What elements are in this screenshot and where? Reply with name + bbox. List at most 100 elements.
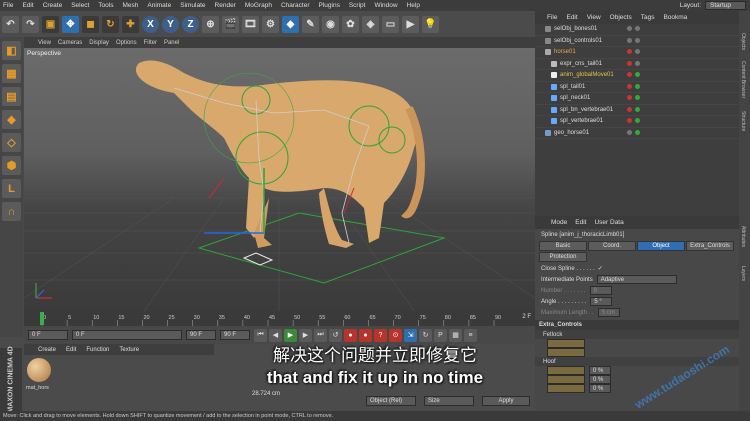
coordinate-system-icon[interactable]: ⊕ xyxy=(202,15,219,33)
menu-simulate[interactable]: Simulate xyxy=(180,2,205,9)
menu-script[interactable]: Script xyxy=(349,2,366,9)
max-length-field[interactable]: 5 cm xyxy=(597,308,620,317)
menu-render[interactable]: Render xyxy=(215,2,236,9)
autokey-icon[interactable]: ● xyxy=(359,328,372,342)
object-row[interactable]: geo_horse01 xyxy=(535,128,739,139)
view-menu-display[interactable]: Display xyxy=(89,40,109,46)
record-icon[interactable]: ● xyxy=(344,328,357,342)
view-menu-view[interactable]: View xyxy=(38,40,51,46)
magnet-icon[interactable]: ∩ xyxy=(2,202,21,221)
obj-menu-view[interactable]: View xyxy=(587,14,601,21)
y-axis-button[interactable]: Y xyxy=(162,15,179,33)
go-to-start-icon[interactable]: ⏮ xyxy=(254,328,267,342)
menu-window[interactable]: Window xyxy=(374,2,397,9)
attr-menu-userdata[interactable]: User Data xyxy=(594,219,623,226)
keyframe-selection-icon[interactable]: ? xyxy=(374,328,387,342)
deformer-icon[interactable]: ◈ xyxy=(362,15,379,33)
record-parameter-icon[interactable]: P xyxy=(434,328,447,342)
object-row[interactable]: spl_tail01 xyxy=(535,82,739,93)
object-row[interactable]: selObj_controls01 xyxy=(535,36,739,47)
object-row[interactable]: anim_globalMove01 xyxy=(535,70,739,82)
side-tab-attributes[interactable]: Attributes xyxy=(740,226,746,247)
visibility-dots[interactable] xyxy=(627,129,643,135)
coord-size-dropdown[interactable]: Size xyxy=(424,396,474,406)
object-row[interactable]: spl_neck01 xyxy=(535,93,739,105)
visibility-dots[interactable] xyxy=(627,72,643,77)
visibility-dots[interactable] xyxy=(627,83,643,89)
view-menu-panel[interactable]: Panel xyxy=(164,40,179,46)
side-tab-objects[interactable]: Objects xyxy=(740,33,746,50)
undo-icon[interactable]: ↶ xyxy=(2,15,19,33)
camera-icon[interactable]: ▶ xyxy=(402,15,419,33)
object-row[interactable]: selObj_bones01 xyxy=(535,24,739,36)
visibility-dots[interactable] xyxy=(627,106,643,112)
view-menu-options[interactable]: Options xyxy=(116,40,137,46)
tab-coord[interactable]: Coord. xyxy=(588,241,636,251)
previous-key-icon[interactable]: ◀ xyxy=(269,328,282,342)
nurbs-icon[interactable]: ◉ xyxy=(322,15,339,33)
extra-controls-section[interactable]: Extra_Controls xyxy=(535,320,739,330)
angle-field[interactable]: 5 ° xyxy=(590,297,613,306)
rotate-icon[interactable]: ↻ xyxy=(102,15,119,33)
side-tab-content-browser[interactable]: Content Browser xyxy=(740,61,746,98)
loop-icon[interactable]: ↺ xyxy=(329,328,342,342)
visibility-dots[interactable] xyxy=(627,49,643,54)
obj-menu-tags[interactable]: Tags xyxy=(641,14,655,21)
side-tab-layers[interactable]: Layers xyxy=(740,266,746,281)
max-frame-field[interactable]: 90 F xyxy=(220,330,250,340)
model-mode-icon[interactable]: ◧ xyxy=(2,41,21,60)
render-view-icon[interactable]: 🎬 xyxy=(222,15,239,33)
fetlock-group[interactable]: Fetlock xyxy=(535,330,739,339)
tab-extra-controls[interactable]: Extra_Controls xyxy=(686,241,734,251)
obj-menu-bookmarks[interactable]: Bookma xyxy=(663,14,687,21)
view-menu-filter[interactable]: Filter xyxy=(144,40,157,46)
object-row[interactable]: horse01 xyxy=(535,47,739,59)
render-settings-icon[interactable]: ⚙ xyxy=(262,15,279,33)
layout-dropdown[interactable]: Startup xyxy=(705,1,746,10)
pen-icon[interactable]: ✎ xyxy=(302,15,319,33)
cube-icon[interactable]: ◆ xyxy=(282,15,299,33)
3d-viewport[interactable]: Perspective xyxy=(24,48,535,311)
visibility-dots[interactable] xyxy=(627,60,643,66)
live-selection-icon[interactable]: ▣ xyxy=(42,15,59,33)
record-rotation-icon[interactable]: ↻ xyxy=(419,328,432,342)
add-tool-icon[interactable]: ✚ xyxy=(122,15,139,33)
visibility-dots[interactable] xyxy=(627,26,643,31)
polygons-mode-icon[interactable]: ⬢ xyxy=(2,156,21,175)
obj-menu-edit[interactable]: Edit xyxy=(566,14,577,21)
workplane-icon[interactable]: ▤ xyxy=(2,87,21,106)
end-frame-field[interactable]: 90 F xyxy=(186,330,216,340)
record-pla-icon[interactable]: ▦ xyxy=(449,328,462,342)
attr-menu-mode[interactable]: Mode xyxy=(551,219,567,226)
tab-object[interactable]: Object xyxy=(637,241,685,251)
timeline-ruler[interactable]: 0 5 10 15 20 25 30 35 40 45 50 55 60 65 70 75 80 85 90 2 F xyxy=(24,311,535,326)
record-position-icon[interactable]: ⊙ xyxy=(389,328,402,342)
menu-help[interactable]: Help xyxy=(407,2,420,9)
redo-icon[interactable]: ↷ xyxy=(22,15,39,33)
current-frame-field[interactable]: 0 F xyxy=(72,330,182,340)
go-to-end-icon[interactable]: ⏭ xyxy=(314,328,327,342)
number-field[interactable]: 8 xyxy=(589,286,612,295)
move-icon[interactable]: ✥ xyxy=(62,15,79,33)
object-row[interactable]: spl_bn_vertebrae01 xyxy=(535,105,739,116)
obj-menu-file[interactable]: File xyxy=(547,14,557,21)
tab-protection[interactable]: Protection xyxy=(539,252,587,262)
menu-file[interactable]: File xyxy=(3,2,13,9)
start-frame-field[interactable]: 0 F xyxy=(28,330,68,340)
visibility-dots[interactable] xyxy=(627,118,643,123)
side-tab-structure[interactable]: Structure xyxy=(740,111,746,131)
floor-icon[interactable]: ▭ xyxy=(382,15,399,33)
menu-animate[interactable]: Animate xyxy=(147,2,171,9)
close-spline-checkbox[interactable]: ✓ xyxy=(598,265,603,272)
next-key-icon[interactable]: ▶ xyxy=(299,328,312,342)
menu-create[interactable]: Create xyxy=(43,2,63,9)
array-icon[interactable]: ✿ xyxy=(342,15,359,33)
render-picture-icon[interactable]: 🎞 xyxy=(242,15,259,33)
x-axis-button[interactable]: X xyxy=(142,15,159,33)
obj-menu-objects[interactable]: Objects xyxy=(610,14,632,21)
menu-mograph[interactable]: MoGraph xyxy=(245,2,272,9)
edges-mode-icon[interactable]: ◇ xyxy=(2,133,21,152)
menu-select[interactable]: Select xyxy=(71,2,89,9)
tab-basic[interactable]: Basic xyxy=(539,241,587,251)
axis-mode-icon[interactable]: L xyxy=(2,179,21,198)
